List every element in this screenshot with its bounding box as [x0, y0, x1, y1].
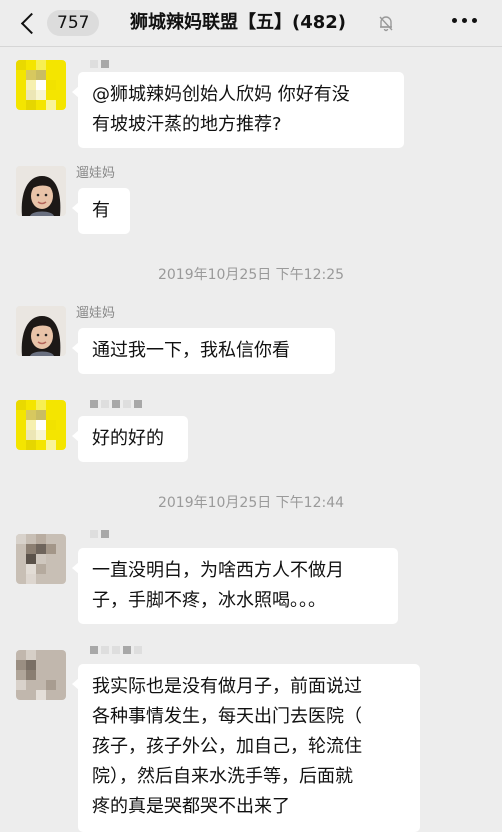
- sender-avatar[interactable]: [16, 400, 66, 450]
- message-timestamp: 2019年10月25日 下午12:44: [157, 495, 345, 511]
- message-text-line: 一直没明白，为啥西方人不做月: [92, 560, 344, 581]
- message-text-line: @狮城辣妈创始人欣妈 你好有没: [92, 84, 350, 105]
- message-text-line: 子，手脚不疼，冰水照喝。。。: [92, 590, 326, 611]
- blurred-sender-name: [90, 400, 142, 408]
- chat-title: 狮城辣妈联盟【五】(482): [130, 0, 346, 46]
- chat-header: 757 狮城辣妈联盟【五】(482): [0, 0, 502, 47]
- message-text-line: 有: [92, 200, 110, 221]
- message-text-line: 通过我一下，我私信你看: [92, 340, 290, 361]
- back-button[interactable]: 757: [18, 6, 100, 40]
- message-bubble[interactable]: 通过我一下，我私信你看: [72, 328, 335, 374]
- sender-avatar[interactable]: [16, 306, 66, 356]
- blurred-sender-name: [90, 530, 109, 538]
- girl-photo-icon: [16, 306, 66, 356]
- sender-name: 遛娃妈: [76, 306, 116, 321]
- message-timestamp: 2019年10月25日 下午12:25: [157, 267, 345, 283]
- message-row: 好的好的: [0, 396, 502, 466]
- member-count: (482): [292, 12, 347, 33]
- blurred-sender-name: [90, 60, 109, 68]
- message-bubble[interactable]: 好的好的: [72, 416, 188, 462]
- sender-avatar[interactable]: [16, 60, 66, 110]
- message-text-line: 疼的真是哭都哭不出来了: [92, 796, 290, 817]
- message-text-line: 有坡坡汗蒸的地方推荐?: [92, 114, 282, 135]
- mute-bell-icon: [379, 16, 393, 32]
- chevron-left-icon: [20, 12, 43, 34]
- more-options-button[interactable]: [452, 18, 477, 23]
- message-row: 一直没明白，为啥西方人不做月 子，手脚不疼，冰水照喝。。。: [0, 530, 502, 630]
- message-text-line: 我实际也是没有做月子，前面说过: [92, 676, 362, 697]
- sender-name: 遛娃妈: [76, 166, 116, 181]
- message-bubble[interactable]: 我实际也是没有做月子，前面说过 各种事情发生，每天出门去医院（ 孩子，孩子外公，…: [72, 664, 420, 832]
- unread-count-badge: 757: [47, 10, 100, 36]
- dot-icon: [452, 18, 457, 23]
- message-text-line: 各种事情发生，每天出门去医院（: [92, 706, 362, 727]
- message-bubble[interactable]: 有: [72, 188, 130, 234]
- sender-avatar[interactable]: [16, 534, 66, 584]
- message-bubble[interactable]: 一直没明白，为啥西方人不做月 子，手脚不疼，冰水照喝。。。: [72, 548, 398, 624]
- message-row: 遛娃妈 有: [0, 162, 502, 238]
- sender-avatar[interactable]: [16, 166, 66, 216]
- message-text-line: 孩子，孩子外公，加自己，轮流住: [92, 736, 362, 757]
- girl-photo-icon: [16, 166, 66, 216]
- message-bubble[interactable]: @狮城辣妈创始人欣妈 你好有没 有坡坡汗蒸的地方推荐?: [72, 72, 404, 148]
- sender-avatar[interactable]: [16, 650, 66, 700]
- group-name: 狮城辣妈联盟【五】: [130, 12, 292, 33]
- blurred-sender-name: [90, 646, 142, 654]
- message-row: 我实际也是没有做月子，前面说过 各种事情发生，每天出门去医院（ 孩子，孩子外公，…: [0, 646, 502, 832]
- message-row: 遛娃妈 通过我一下，我私信你看: [0, 302, 502, 378]
- message-text-line: 好的好的: [92, 428, 164, 449]
- dot-icon: [462, 18, 467, 23]
- message-row: @狮城辣妈创始人欣妈 你好有没 有坡坡汗蒸的地方推荐?: [0, 58, 502, 154]
- dot-icon: [472, 18, 477, 23]
- message-text-line: 院），然后自来水洗手等，后面就: [92, 766, 353, 787]
